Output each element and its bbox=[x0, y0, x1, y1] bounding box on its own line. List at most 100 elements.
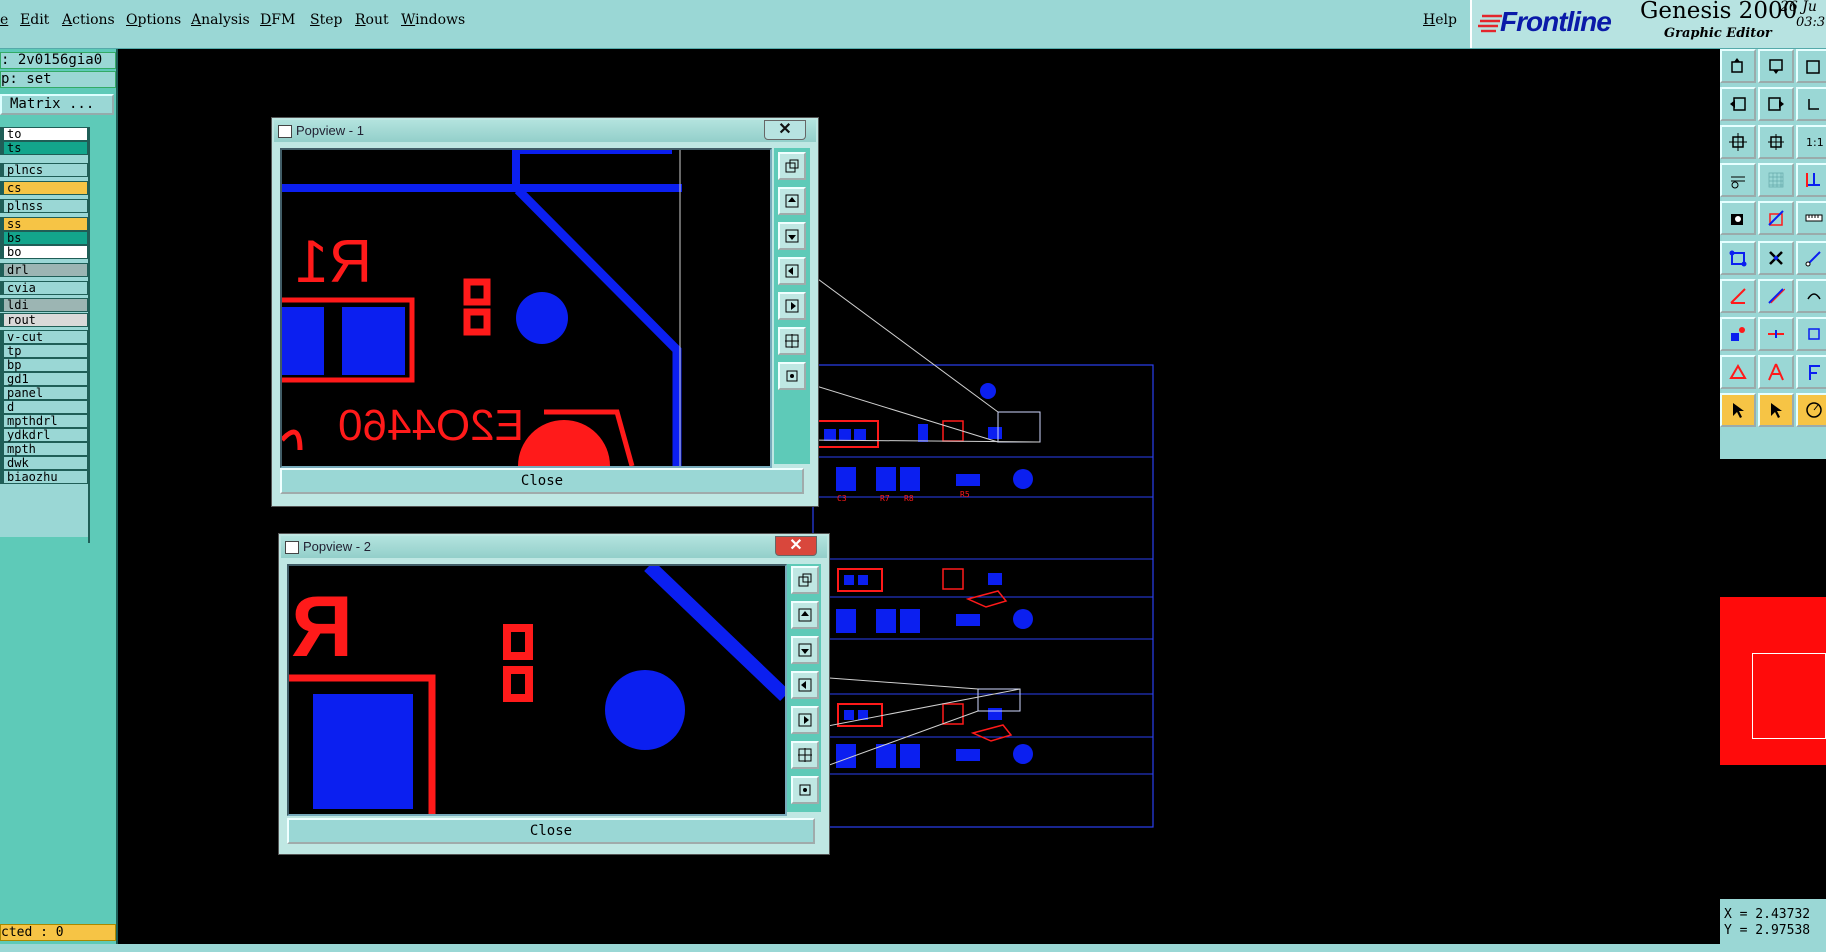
layer-tab bbox=[1, 200, 4, 212]
delete-node-button[interactable] bbox=[1758, 241, 1794, 275]
popview-1-pan-left-button[interactable] bbox=[778, 257, 806, 285]
layer-cvia[interactable]: cvia bbox=[0, 281, 88, 295]
layer-biaozhu[interactable]: biaozhu bbox=[0, 470, 88, 484]
popview-1-close-x-button[interactable]: ✕ bbox=[764, 120, 806, 140]
popview-2-pan-left-button[interactable] bbox=[791, 671, 819, 699]
layer-tab bbox=[1, 373, 4, 385]
layer-cs[interactable]: cs bbox=[0, 181, 88, 195]
layer-bs[interactable]: bs bbox=[0, 231, 88, 245]
layer-gd1[interactable]: gd1 bbox=[0, 372, 88, 386]
popview-1-zoom-page-button[interactable] bbox=[778, 152, 806, 180]
pan-left-button[interactable] bbox=[1720, 87, 1756, 121]
popview-1-zoom-center-button[interactable] bbox=[778, 362, 806, 390]
node-edit-button[interactable] bbox=[1796, 241, 1826, 275]
layer-rout[interactable]: rout bbox=[0, 313, 88, 327]
layer-v-cut[interactable]: v-cut bbox=[0, 330, 88, 344]
angle-button[interactable] bbox=[1720, 279, 1756, 313]
popview-2-close-x-button[interactable]: ✕ bbox=[775, 536, 817, 556]
layer-ts[interactable]: ts bbox=[0, 141, 88, 155]
grid-icon bbox=[1768, 172, 1784, 188]
zoom-fit-button[interactable] bbox=[1720, 125, 1756, 159]
overview-map[interactable] bbox=[1720, 459, 1826, 899]
layer-plncs[interactable]: plncs bbox=[0, 163, 88, 177]
popview-2-zoom-center-button[interactable] bbox=[791, 776, 819, 804]
line-button[interactable] bbox=[1758, 279, 1794, 313]
triangle-button[interactable] bbox=[1720, 355, 1756, 389]
layer-to[interactable]: to bbox=[0, 127, 88, 141]
menu-file[interactable]: e bbox=[0, 12, 8, 28]
popview-2-pan-up-button[interactable] bbox=[791, 601, 819, 629]
grid-button[interactable] bbox=[1758, 163, 1794, 197]
text-a-button[interactable] bbox=[1758, 355, 1794, 389]
menu-dfm[interactable]: DFM bbox=[260, 12, 295, 28]
midline-button[interactable] bbox=[1758, 317, 1794, 351]
snap-button[interactable] bbox=[1720, 163, 1756, 197]
layer-mpth[interactable]: mpth bbox=[0, 442, 88, 456]
draw-line-button[interactable] bbox=[1758, 201, 1794, 235]
popview-2-pan-down-button[interactable] bbox=[791, 636, 819, 664]
menu-rout[interactable]: Rout bbox=[355, 12, 389, 28]
layer-dwk[interactable]: dwk bbox=[0, 456, 88, 470]
popview-2-titlebar[interactable]: Popview - 2 bbox=[281, 536, 827, 558]
zoom-in-button[interactable] bbox=[1758, 49, 1794, 83]
layer-ss[interactable]: ss bbox=[0, 217, 88, 231]
select-arrow-button[interactable] bbox=[1758, 393, 1794, 427]
layer-ldi[interactable]: ldi bbox=[0, 298, 88, 312]
zoom-home-button[interactable] bbox=[1796, 49, 1826, 83]
pan-loop-button[interactable] bbox=[1796, 87, 1826, 121]
add-pad-button[interactable] bbox=[1796, 317, 1826, 351]
layer-bp[interactable]: bp bbox=[0, 358, 88, 372]
overview-view-box[interactable] bbox=[1752, 653, 1826, 739]
popview1-zoom-box bbox=[997, 411, 1041, 443]
popview-1-view[interactable]: R1 E2O4460 bbox=[280, 148, 772, 468]
layer-label: panel bbox=[7, 386, 44, 400]
popview-1-pan-up-button[interactable] bbox=[778, 187, 806, 215]
zoom-center-button[interactable] bbox=[1758, 125, 1794, 159]
menu-options[interactable]: Options bbox=[126, 12, 181, 28]
menu-analysis[interactable]: Analysis bbox=[191, 12, 250, 28]
popview-2-close-button[interactable]: Close bbox=[287, 818, 815, 844]
rotate-button[interactable] bbox=[1796, 393, 1826, 427]
ruler-button[interactable] bbox=[1796, 201, 1826, 235]
zoom-page-button[interactable] bbox=[1720, 49, 1756, 83]
popview-2-zoom-fit-button[interactable] bbox=[791, 741, 819, 769]
popview-2-zoom-page-button[interactable] bbox=[791, 566, 819, 594]
arc-button[interactable] bbox=[1796, 279, 1826, 313]
layer-tab bbox=[1, 457, 4, 469]
popview-2-view[interactable]: R bbox=[287, 564, 787, 816]
layer-tab bbox=[1, 345, 4, 357]
popview-1-close-button[interactable]: Close bbox=[280, 468, 804, 494]
menu-step[interactable]: Step bbox=[310, 12, 342, 28]
matrix-button[interactable]: Matrix ... bbox=[0, 94, 114, 115]
layer-ydkdrl[interactable]: ydkdrl bbox=[0, 428, 88, 442]
layer-label: plncs bbox=[7, 163, 44, 177]
menu-windows[interactable]: Windows bbox=[401, 12, 465, 28]
menu-help[interactable]: Help bbox=[1423, 12, 1457, 28]
popview-1-pan-down-button[interactable] bbox=[778, 222, 806, 250]
select-point-button[interactable] bbox=[1720, 201, 1756, 235]
popview-1-pan-right-button[interactable] bbox=[778, 292, 806, 320]
zoom-ratio-button[interactable]: 1:1 bbox=[1796, 125, 1826, 159]
pad-button[interactable] bbox=[1720, 317, 1756, 351]
node-edit-icon bbox=[1805, 251, 1821, 267]
layer-tp[interactable]: tp bbox=[0, 344, 88, 358]
layer-plnss[interactable]: plnss bbox=[0, 199, 88, 213]
menu-actions[interactable]: Actions bbox=[62, 12, 115, 28]
layer-d[interactable]: d bbox=[0, 400, 88, 414]
layer-mpthdrl[interactable]: mpthdrl bbox=[0, 414, 88, 428]
measure-button[interactable] bbox=[1796, 163, 1826, 197]
pointer-button[interactable] bbox=[1720, 393, 1756, 427]
layer-bo[interactable]: bo bbox=[0, 245, 88, 259]
popview-1-zoom-fit-button[interactable] bbox=[778, 327, 806, 355]
pan-right-button[interactable] bbox=[1758, 87, 1794, 121]
popview-1-titlebar[interactable]: Popview - 1 bbox=[274, 120, 816, 142]
popview-2-pan-right-button[interactable] bbox=[791, 706, 819, 734]
layer-panel[interactable]: panel bbox=[0, 386, 88, 400]
menu-edit[interactable]: Edit bbox=[20, 12, 49, 28]
layer-label: ts bbox=[7, 141, 22, 155]
polygon-button[interactable] bbox=[1720, 241, 1756, 275]
layer-label: gd1 bbox=[7, 372, 29, 386]
layer-drl[interactable]: drl bbox=[0, 263, 88, 277]
text-f-button[interactable] bbox=[1796, 355, 1826, 389]
layer-label: cs bbox=[7, 181, 22, 195]
